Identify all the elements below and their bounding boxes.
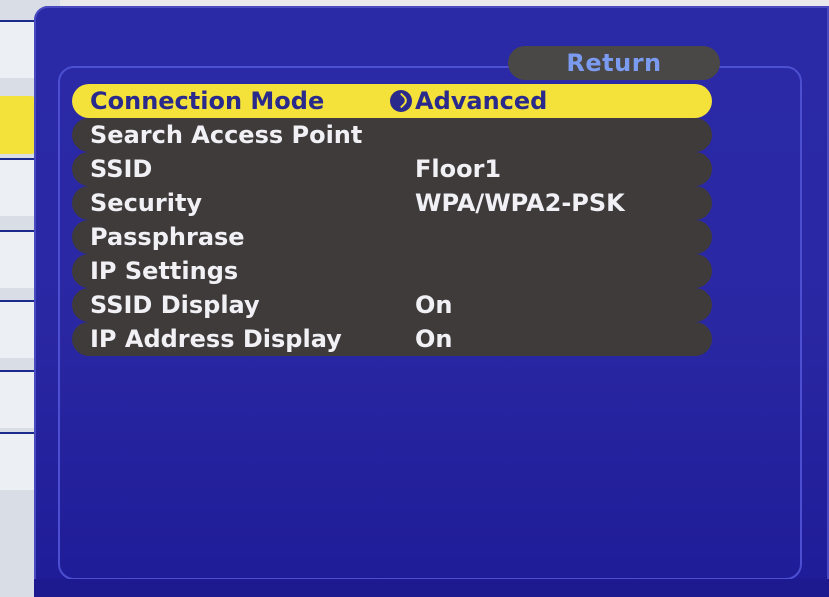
menu-row-ip-address-display[interactable]: IP Address Display On	[72, 322, 712, 356]
row-label: Search Access Point	[90, 121, 363, 149]
bottom-band	[34, 579, 829, 597]
row-label: IP Address Display	[90, 325, 342, 353]
row-label: SSID	[90, 155, 153, 183]
menu-row-ssid-display[interactable]: SSID Display On	[72, 288, 712, 322]
menu-row-search-access-point[interactable]: Search Access Point	[72, 118, 712, 152]
row-value: On	[415, 325, 453, 353]
menu-row-connection-mode[interactable]: Connection Mode Advanced	[72, 84, 712, 118]
row-label: Connection Mode	[90, 87, 325, 115]
menu-row-ssid[interactable]: SSID Floor1	[72, 152, 712, 186]
return-button[interactable]: Return	[508, 46, 720, 80]
row-label: Security	[90, 189, 203, 217]
menu-row-passphrase[interactable]: Passphrase	[72, 220, 712, 254]
row-value: WPA/WPA2-PSK	[415, 189, 625, 217]
enter-icon	[390, 90, 412, 112]
row-value: Floor1	[415, 155, 502, 183]
row-value: On	[415, 291, 453, 319]
menu-row-security[interactable]: Security WPA/WPA2-PSK	[72, 186, 712, 220]
menu-row-ip-settings[interactable]: IP Settings	[72, 254, 712, 288]
row-label: IP Settings	[90, 257, 239, 285]
row-label: SSID Display	[90, 291, 260, 319]
row-label: Passphrase	[90, 223, 245, 251]
row-value: Advanced	[415, 87, 548, 115]
